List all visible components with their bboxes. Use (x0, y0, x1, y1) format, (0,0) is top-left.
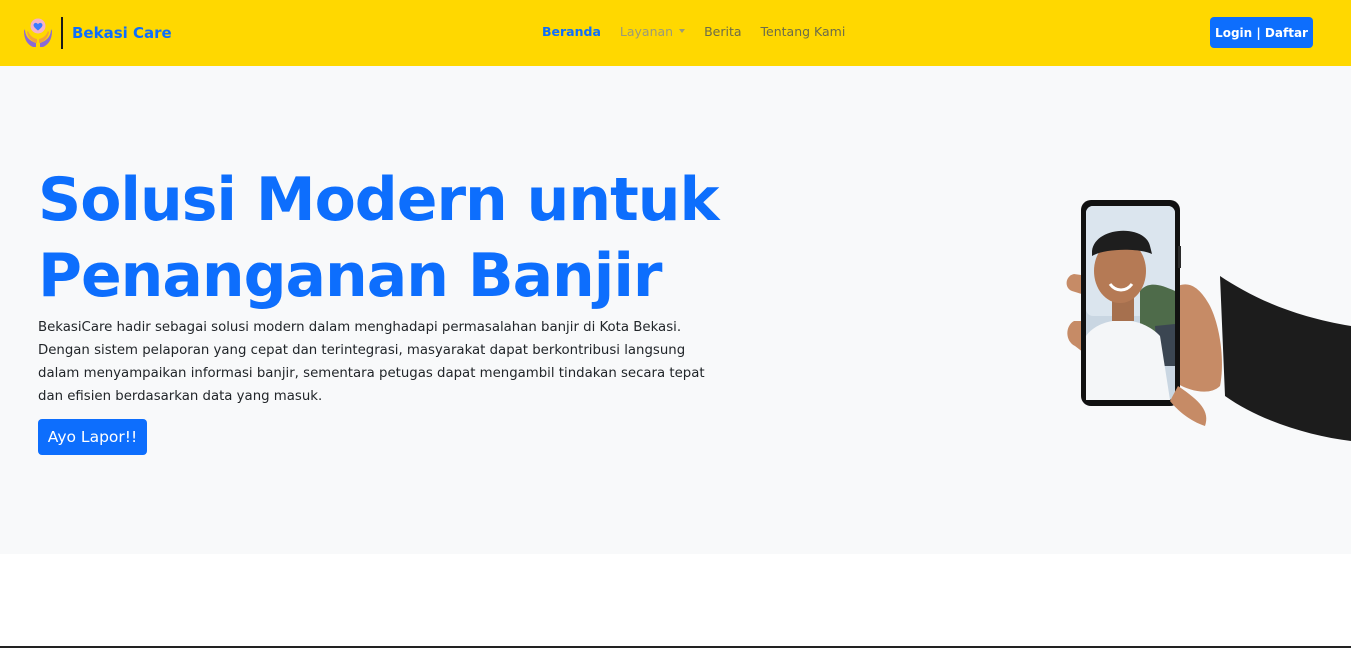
hero-title: Solusi Modern untuk Penanganan Banjir (38, 162, 758, 314)
hero-description: BekasiCare hadir sebagai solusi modern d… (38, 320, 705, 404)
hero-section: Solusi Modern untuk Penanganan Banjir Be… (0, 66, 1351, 554)
hands-heart-icon (24, 18, 52, 47)
chevron-down-icon (679, 28, 686, 33)
brand-divider (61, 17, 63, 49)
nav-item-layanan-label: Layanan (619, 24, 674, 39)
login-register-button[interactable]: Login | Daftar (1210, 17, 1313, 48)
nav-item-berita[interactable]: Berita (704, 24, 741, 39)
nav-item-layanan[interactable]: Layanan (619, 24, 686, 39)
brand-name[interactable]: Bekasi Care (72, 24, 172, 42)
hand-holding-phone-illustration (1066, 200, 1351, 441)
navbar: Bekasi Care Beranda Layanan Berita Tenta… (0, 0, 1351, 66)
report-button[interactable]: Ayo Lapor!! (38, 419, 147, 455)
nav-item-tentang-kami[interactable]: Tentang Kami (761, 24, 846, 39)
hero-title-line1: Solusi Modern untuk (38, 165, 719, 235)
main-nav: Beranda Layanan Berita Tentang Kami (542, 24, 864, 39)
nav-item-beranda[interactable]: Beranda (542, 24, 601, 39)
brand[interactable]: Bekasi Care (22, 16, 172, 50)
hero-title-line2: Penanganan Banjir (38, 241, 662, 311)
